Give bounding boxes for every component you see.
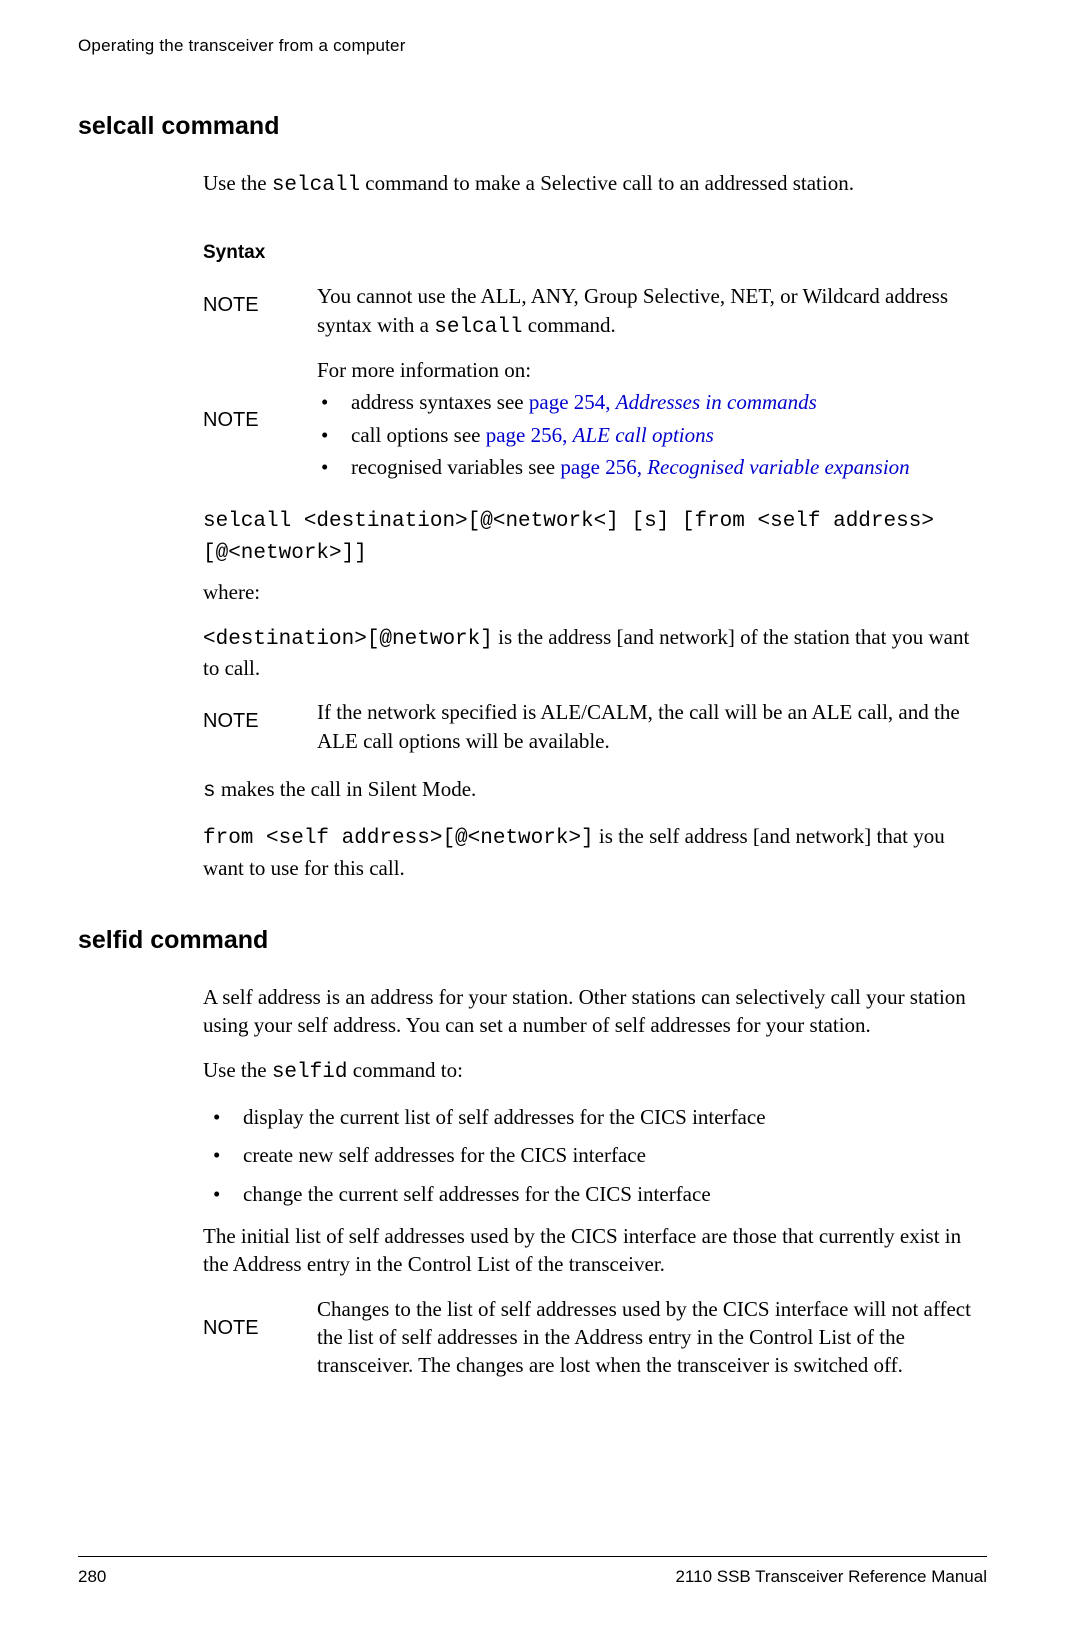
- manual-title: 2110 SSB Transceiver Reference Manual: [675, 1567, 987, 1587]
- note-1: NOTE You cannot use the ALL, ANY, Group …: [203, 282, 987, 342]
- syntax-command: selcall <destination>[@<network<] [s] [f…: [203, 505, 987, 568]
- where-label: where:: [203, 578, 987, 606]
- note-2-content: For more information on: address syntaxe…: [317, 356, 987, 485]
- note-4: NOTE Changes to the list of self address…: [203, 1295, 987, 1380]
- selfid-body: A self address is an address for your st…: [203, 983, 987, 1380]
- link-page-256[interactable]: page 256,: [486, 423, 573, 447]
- heading-selcall-command: selcall command: [78, 112, 987, 141]
- text: call options see: [351, 423, 486, 447]
- link-recognised-variable-expansion[interactable]: Recognised variable expansion: [647, 455, 909, 479]
- note-2: NOTE For more information on: address sy…: [203, 356, 987, 485]
- list-item: address syntaxes see page 254, Addresses…: [317, 388, 987, 416]
- running-header: Operating the transceiver from a compute…: [78, 36, 987, 56]
- text: Use the: [203, 1058, 272, 1082]
- selcall-intro: Use the selcall command to make a Select…: [203, 169, 987, 200]
- from-option-desc: from <self address>[@<network>] is the s…: [203, 822, 987, 882]
- note-label: NOTE: [203, 409, 283, 432]
- note-3: NOTE If the network specified is ALE/CAL…: [203, 698, 987, 755]
- note-label: NOTE: [203, 698, 283, 733]
- list-item: display the current list of self address…: [203, 1103, 987, 1131]
- code-destination: <destination>[@network]: [203, 628, 493, 651]
- note-2-intro: For more information on:: [317, 356, 987, 384]
- code-s: s: [203, 780, 216, 803]
- page-footer: 280 2110 SSB Transceiver Reference Manua…: [78, 1556, 987, 1587]
- code-from: from <self address>[@<network>]: [203, 827, 594, 850]
- note-3-content: If the network specified is ALE/CALM, th…: [317, 698, 987, 755]
- note-label: NOTE: [203, 1295, 283, 1340]
- selfid-p3: The initial list of self addresses used …: [203, 1222, 987, 1279]
- link-ale-call-options[interactable]: ALE call options: [573, 423, 714, 447]
- list-item: change the current self addresses for th…: [203, 1180, 987, 1208]
- subheading-syntax: Syntax: [203, 242, 987, 264]
- text: command to make a Selective call to an a…: [360, 171, 854, 195]
- page-container: Operating the transceiver from a compute…: [0, 0, 1065, 1639]
- selfid-p2: Use the selfid command to:: [203, 1056, 987, 1087]
- code-selfid: selfid: [272, 1061, 348, 1084]
- code-selcall: selcall: [272, 174, 360, 197]
- link-page-254[interactable]: page 254,: [529, 390, 616, 414]
- text: makes the call in Silent Mode.: [216, 777, 477, 801]
- link-page-256[interactable]: page 256,: [560, 455, 647, 479]
- heading-selfid-command: selfid command: [78, 926, 987, 955]
- note-2-list: address syntaxes see page 254, Addresses…: [317, 388, 987, 481]
- text: You cannot use the ALL, ANY, Group Selec…: [317, 284, 948, 336]
- code-syntax: selcall <destination>[@<network<] [s] [f…: [203, 510, 934, 564]
- text: address syntaxes see: [351, 390, 529, 414]
- list-item: create new self addresses for the CICS i…: [203, 1141, 987, 1169]
- selcall-body: Use the selcall command to make a Select…: [203, 169, 987, 882]
- text: command to:: [347, 1058, 462, 1082]
- text: recognised variables see: [351, 455, 560, 479]
- link-addresses-in-commands[interactable]: Addresses in commands: [616, 390, 817, 414]
- s-option-desc: s makes the call in Silent Mode.: [203, 775, 987, 806]
- note-label: NOTE: [203, 282, 283, 317]
- list-item: recognised variables see page 256, Recog…: [317, 453, 987, 481]
- selfid-uses-list: display the current list of self address…: [203, 1103, 987, 1208]
- note-1-content: You cannot use the ALL, ANY, Group Selec…: [317, 282, 987, 342]
- selfid-p1: A self address is an address for your st…: [203, 983, 987, 1040]
- text: command.: [522, 313, 615, 337]
- code-selcall: selcall: [434, 316, 522, 339]
- list-item: call options see page 256, ALE call opti…: [317, 421, 987, 449]
- text: Use the: [203, 171, 272, 195]
- destination-desc: <destination>[@network] is the address […: [203, 623, 987, 683]
- page-number: 280: [78, 1567, 106, 1587]
- note-4-content: Changes to the list of self addresses us…: [317, 1295, 987, 1380]
